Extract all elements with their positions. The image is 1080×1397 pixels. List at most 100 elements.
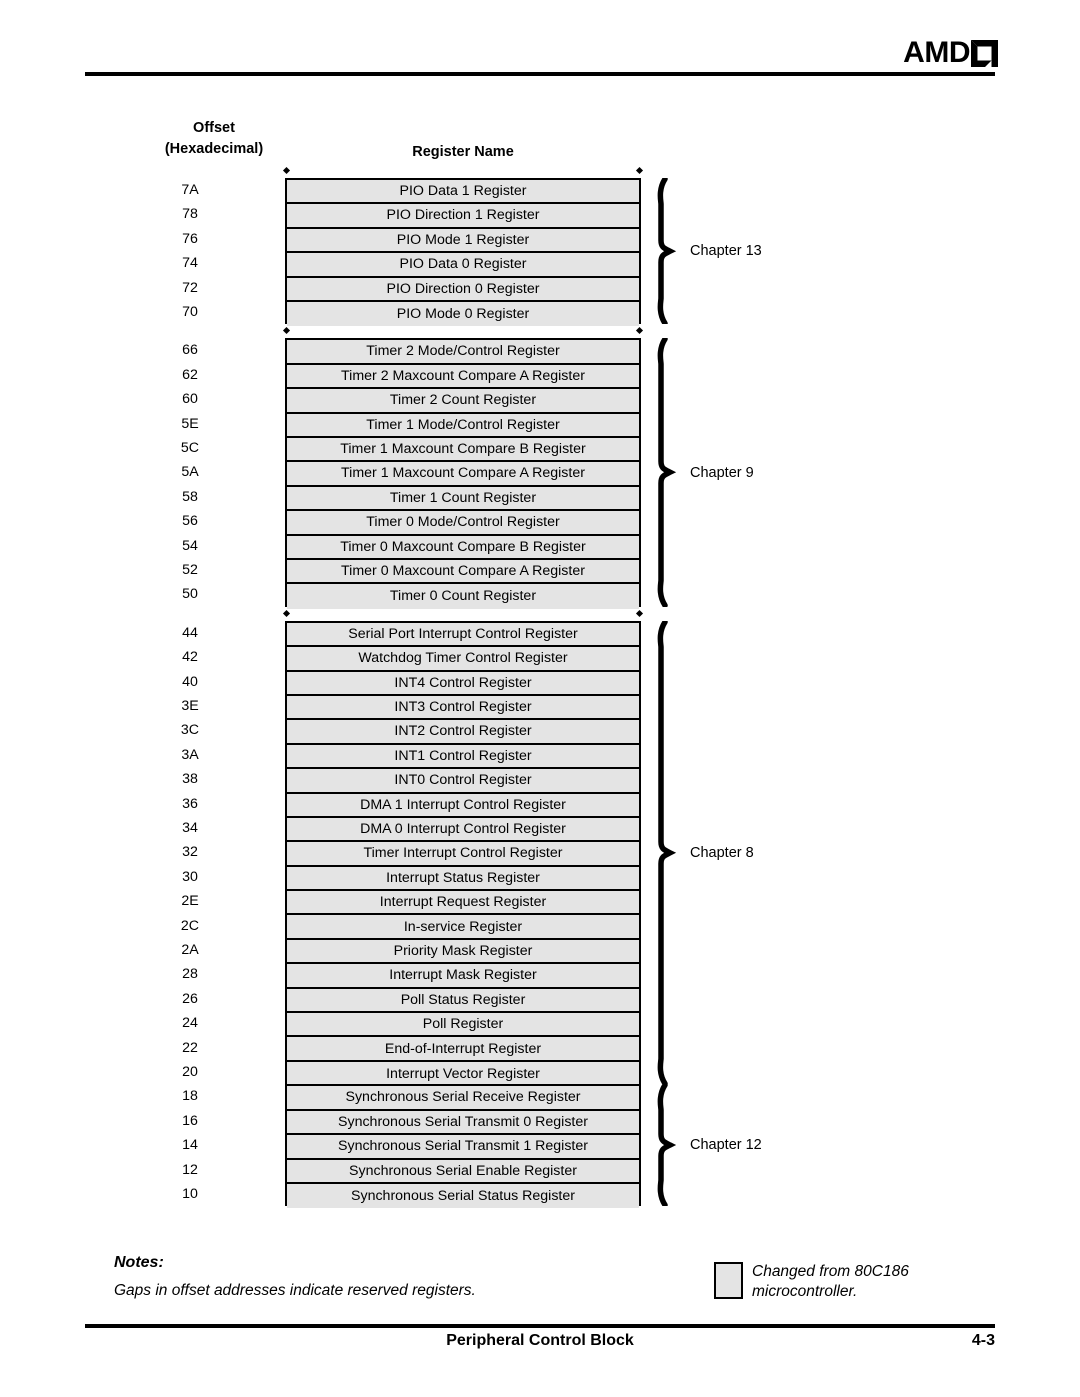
register-row: Timer 1 Maxcount Compare A Register: [287, 462, 639, 487]
offset-value: 74: [182, 255, 198, 272]
group-corner-tick-icon: [635, 166, 644, 175]
register-name: Timer 1 Maxcount Compare A Register: [341, 465, 585, 482]
register-name: Priority Mask Register: [393, 942, 533, 959]
curly-brace-icon: [657, 178, 677, 325]
footer-title: Peripheral Control Block: [446, 1332, 634, 1349]
chapter-label: Chapter 13: [690, 242, 762, 259]
register-name: PIO Data 1 Register: [399, 183, 527, 200]
offset-value: 52: [182, 562, 198, 578]
register-row: Serial Port Interrupt Control Register: [287, 622, 639, 648]
register-row: Synchronous Serial Receive Register: [287, 1086, 639, 1111]
register-name: INT0 Control Register: [394, 772, 532, 789]
register-row: End-of-Interrupt Register: [287, 1037, 639, 1062]
offset-value: 12: [182, 1161, 198, 1178]
offset-value: 58: [182, 488, 198, 505]
register-row: Timer 0 Maxcount Compare A Register: [287, 559, 639, 585]
register-name: PIO Direction 1 Register: [386, 207, 540, 224]
register-name: PIO Mode 1 Register: [396, 231, 530, 248]
offset-value: 3E: [181, 698, 199, 714]
register-name: Poll Status Register: [400, 991, 526, 1008]
group-corner-tick-icon: [282, 166, 291, 175]
offset-value: 78: [182, 206, 198, 223]
offset-value: 42: [182, 649, 198, 666]
register-row: Timer 2 Mode/Control Register: [287, 340, 639, 365]
register-row: Timer 2 Maxcount Compare A Register: [287, 364, 639, 390]
offset-value: 28: [182, 966, 198, 983]
register-row: Interrupt Status Register: [287, 866, 639, 892]
footer-rule: [85, 1324, 995, 1328]
offset-value: 40: [182, 673, 198, 690]
offset-value: 3A: [181, 746, 199, 763]
register-row: Poll Register: [287, 1013, 639, 1038]
register-table: PIO Data 1 Register PIO Direction 1 Regis…: [285, 178, 641, 327]
offset-value: 32: [182, 844, 198, 861]
group-corner-tick-icon: [635, 327, 644, 335]
curly-brace-icon: [657, 620, 677, 1085]
register-row: Synchronous Serial Transmit 1 Register: [287, 1135, 639, 1160]
register-row: Watchdog Timer Control Register: [287, 647, 639, 672]
register-row: Timer 1 Mode/Control Register: [287, 413, 639, 438]
register-row: DMA 1 Interrupt Control Register: [287, 793, 639, 818]
register-row: Timer 2 Count Register: [287, 389, 639, 414]
register-row: Timer Interrupt Control Register: [287, 842, 639, 867]
offset-value: 36: [182, 795, 198, 812]
register-name: Timer Interrupt Control Register: [363, 845, 563, 862]
group-corner-tick-icon: [282, 609, 291, 617]
register-name: Timer 1 Count Register: [389, 489, 537, 506]
register-name: Timer 1 Mode/Control Register: [366, 416, 560, 433]
register-row: Interrupt Mask Register: [287, 964, 639, 989]
legend-text: Changed from 80C186 microcontroller.: [752, 1263, 909, 1300]
register-name: INT1 Control Register: [394, 747, 532, 764]
register-name: DMA 0 Interrupt Control Register: [360, 821, 566, 838]
group-corner-tick-icon: [635, 609, 644, 617]
register-name: PIO Data 0 Register: [399, 256, 527, 273]
offset-value: 24: [182, 1015, 198, 1032]
offset-value: 76: [182, 230, 198, 247]
legend-swatch: [714, 1262, 743, 1299]
register-row: PIO Direction 0 Register: [287, 277, 639, 302]
register-name: Interrupt Mask Register: [389, 967, 537, 984]
register-name: Poll Register: [422, 1016, 504, 1033]
register-name: In-service Register: [403, 918, 523, 935]
register-row: DMA 0 Interrupt Control Register: [287, 817, 639, 843]
register-name: Interrupt Vector Register: [386, 1065, 540, 1082]
register-row: INT4 Control Register: [287, 671, 639, 696]
offset-value: 5A: [181, 464, 199, 481]
offset-value: 54: [182, 537, 198, 554]
offset-value: 26: [182, 990, 198, 1007]
register-name: Serial Port Interrupt Control Register: [348, 625, 578, 642]
register-name: End-of-Interrupt Register: [384, 1040, 542, 1057]
chapter-brace: Chapter 8: [652, 620, 754, 1085]
register-row: PIO Mode 1 Register: [287, 228, 639, 254]
chapter-brace: Chapter 12: [652, 1084, 762, 1207]
offset-value: 3C: [180, 722, 200, 739]
curly-brace-icon: [657, 1084, 677, 1207]
register-name: Timer 0 Mode/Control Register: [366, 514, 560, 531]
group-corner-tick-icon: [282, 327, 291, 335]
register-row: PIO Direction 1 Register: [287, 204, 639, 229]
offset-value: 14: [182, 1137, 198, 1154]
offset-value: 18: [182, 1088, 198, 1105]
notes-title: Notes:: [114, 1254, 164, 1271]
offset-value: 44: [182, 624, 198, 641]
register-name: Interrupt Status Register: [386, 869, 540, 886]
offset-value: 34: [182, 820, 198, 836]
register-name: Synchronous Serial Enable Register: [349, 1162, 577, 1179]
chapter-label: Chapter 9: [690, 464, 754, 481]
offset-value: 62: [182, 366, 198, 383]
register-table: Synchronous Serial Receive Register Synch…: [285, 1084, 641, 1209]
register-name: Synchronous Serial Status Register: [351, 1188, 575, 1205]
footer-page-number: 4-3: [971, 1332, 995, 1349]
chapter-brace: Chapter 9: [652, 338, 754, 607]
offset-value: 20: [182, 1064, 198, 1080]
register-row: PIO Data 0 Register: [287, 253, 639, 278]
register-name: Timer 2 Maxcount Compare A Register: [341, 367, 585, 384]
register-row: Poll Status Register: [287, 988, 639, 1014]
offset-value: 2A: [181, 942, 199, 958]
offset-value: 2E: [181, 893, 199, 910]
register-table: Serial Port Interrupt Control Register Wa…: [285, 620, 641, 1087]
register-row: Synchronous Serial Enable Register: [287, 1159, 639, 1184]
register-name: INT2 Control Register: [394, 723, 532, 740]
register-row: Timer 1 Count Register: [287, 486, 639, 512]
register-name: Timer 0 Maxcount Compare A Register: [341, 563, 585, 579]
